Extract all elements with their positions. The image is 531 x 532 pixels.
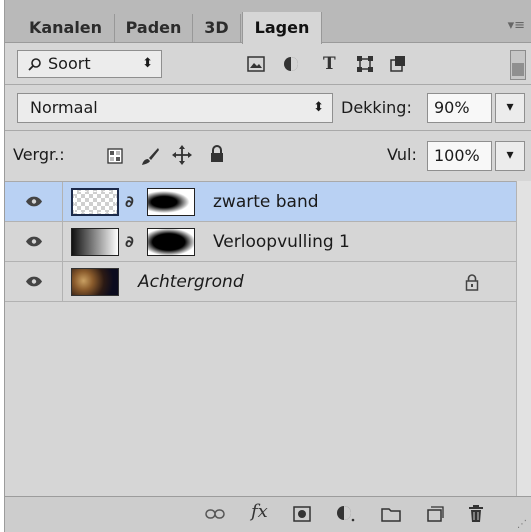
- blend-mode-value: Normaal: [30, 98, 98, 117]
- opacity-value: 90%: [434, 98, 470, 117]
- layer-row-zwarte-band[interactable]: ∂ zwarte band: [5, 182, 517, 222]
- move-icon[interactable]: [172, 145, 192, 165]
- filter-row: Soort ⬍ T: [5, 44, 531, 84]
- filter-toggle-switch[interactable]: [510, 50, 526, 80]
- tab-layers[interactable]: Lagen: [242, 12, 322, 44]
- image-filter-icon[interactable]: [247, 56, 265, 72]
- link-icon[interactable]: ∂: [125, 192, 134, 211]
- opacity-dropdown-button[interactable]: ▾: [495, 93, 525, 123]
- brush-icon[interactable]: [140, 146, 160, 166]
- layer-row-verloopvulling[interactable]: ∂ Verloopvulling 1: [5, 222, 517, 262]
- background-thumbnail[interactable]: [71, 268, 119, 296]
- lock-icon: [465, 274, 479, 291]
- layer-mask-thumbnail[interactable]: [147, 188, 195, 216]
- resize-grip-icon[interactable]: ⋰: [517, 519, 527, 530]
- new-layer-icon[interactable]: [426, 506, 444, 522]
- lock-row: Vergr.: Vul: 100% ▾: [5, 131, 531, 181]
- chevron-down-icon: ▾: [506, 99, 514, 115]
- trash-icon[interactable]: [468, 504, 484, 523]
- smart-object-filter-icon[interactable]: [389, 55, 407, 73]
- layers-list: ∂ zwarte band ∂ Verloopvulling 1 Achterg…: [5, 181, 531, 497]
- chevron-down-icon: ▾: [506, 147, 514, 163]
- adjustment-layer-icon[interactable]: [336, 505, 356, 523]
- panel-menu-icon[interactable]: ▾≡: [508, 18, 525, 33]
- layer-thumbnail[interactable]: [71, 188, 119, 216]
- eye-icon: [25, 236, 42, 247]
- type-filter-icon[interactable]: T: [323, 54, 336, 74]
- layer-mask-thumbnail[interactable]: [147, 228, 195, 256]
- link-layers-icon[interactable]: [205, 509, 225, 519]
- filter-kind-label: Soort: [48, 54, 91, 73]
- eye-icon: [25, 196, 42, 207]
- gradient-fill-thumbnail[interactable]: [71, 228, 119, 256]
- filter-kind-select[interactable]: Soort ⬍: [17, 50, 162, 78]
- fill-dropdown-button[interactable]: ▾: [495, 141, 525, 171]
- link-icon[interactable]: ∂: [125, 232, 134, 251]
- layer-row-achtergrond[interactable]: Achtergrond: [5, 262, 517, 302]
- opacity-input[interactable]: 90%: [427, 93, 492, 123]
- opacity-label: Dekking:: [341, 98, 412, 117]
- select-arrows-icon: ⬍: [142, 56, 153, 71]
- tab-channels[interactable]: Kanalen: [17, 14, 115, 43]
- layers-scrollbar[interactable]: [516, 181, 531, 497]
- fx-icon[interactable]: fx: [251, 501, 268, 522]
- visibility-toggle[interactable]: [5, 262, 63, 302]
- tab-3d[interactable]: 3D: [193, 14, 241, 43]
- layer-name[interactable]: Verloopvulling 1: [213, 222, 350, 262]
- select-arrows-icon: ⬍: [313, 100, 324, 115]
- blend-mode-select[interactable]: Normaal ⬍: [17, 93, 333, 123]
- fill-value: 100%: [434, 146, 480, 165]
- eye-icon: [25, 276, 42, 287]
- tab-paths[interactable]: Paden: [115, 14, 193, 43]
- adjustment-filter-icon[interactable]: [283, 56, 299, 72]
- layer-name[interactable]: zwarte band: [213, 182, 319, 222]
- visibility-toggle[interactable]: [5, 182, 63, 222]
- search-icon: [28, 58, 41, 71]
- layers-panel: Kanalen Paden 3D Lagen ▾≡ Soort ⬍ T Norm…: [4, 0, 531, 532]
- panel-tab-bar: Kanalen Paden 3D Lagen ▾≡: [5, 0, 531, 44]
- visibility-toggle[interactable]: [5, 222, 63, 262]
- lock-label: Vergr.:: [13, 145, 65, 164]
- fill-input[interactable]: 100%: [427, 141, 492, 171]
- add-mask-icon[interactable]: [293, 506, 311, 522]
- lock-all-icon[interactable]: [210, 145, 224, 163]
- layer-name[interactable]: Achtergrond: [138, 262, 244, 302]
- lock-transparent-pixels-icon[interactable]: [107, 148, 123, 164]
- shape-filter-icon[interactable]: [357, 56, 373, 72]
- folder-icon[interactable]: [381, 506, 401, 522]
- fill-label: Vul:: [387, 145, 417, 164]
- layers-bottom-bar: fx ⋰: [5, 496, 531, 532]
- blend-row: Normaal ⬍ Dekking: 90% ▾: [5, 85, 531, 129]
